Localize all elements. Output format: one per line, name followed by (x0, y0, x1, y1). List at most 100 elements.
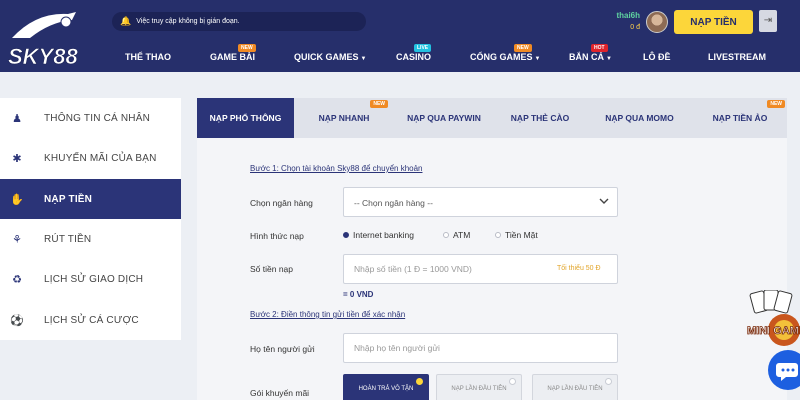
nav-label: QUICK GAMES (294, 52, 359, 62)
tab-nap-nhanh[interactable]: NEW NẠP NHANH (294, 98, 394, 138)
notice-bar: 🔔 Việc truy cập không bị gián đoạn. (112, 12, 366, 31)
live-badge: LIVE (414, 44, 432, 52)
step2-link[interactable]: Bước 2: Điền thông tin gửi tiền để xác n… (250, 310, 405, 319)
withdraw-icon: ⚘ (12, 233, 22, 246)
promo-option-label: NẠP LẦN ĐẦU TIÊN (451, 386, 507, 392)
nav-item-cong-games[interactable]: NEW CỔNG GAMES ▼ (470, 44, 541, 62)
nav-item-game-bai[interactable]: NEW GAME BÀI (210, 44, 256, 62)
amount-label: Số tiền nạp (250, 264, 294, 274)
nav-item-quick-games[interactable]: QUICK GAMES ▼ (294, 52, 366, 62)
bank-select-value: -- Chọn ngân hàng -- (354, 198, 433, 208)
user-icon: ♟ (12, 112, 22, 125)
user-balance: 0 đ (630, 24, 640, 31)
radio-icon (509, 378, 516, 385)
radio-tien-mat[interactable]: Tiền Mặt (495, 230, 538, 240)
sky88-logo[interactable]: SKY88 (6, 8, 82, 70)
caret-down-icon: ▼ (606, 56, 612, 62)
tab-nap-pho-thong[interactable]: NẠP PHỔ THÔNG (197, 98, 294, 138)
sidebar-item-withdraw[interactable]: ⚘ RÚT TIỀN (0, 219, 181, 259)
sender-label: Họ tên người gửi (250, 344, 315, 354)
tab-nap-qua-paywin[interactable]: NẠP QUA PAYWIN (394, 98, 494, 138)
hot-badge: HOT (591, 44, 608, 52)
mini-game-label: MINI GAME (747, 325, 800, 337)
bet-history-icon: ⚽ (10, 314, 24, 327)
new-badge: NEW (514, 44, 532, 52)
tab-label: NẠP QUA PAYWIN (407, 113, 481, 123)
promo-option-label: HOÀN TRẢ VÔ TẬN (358, 386, 414, 392)
nav-label: LIVESTREAM (708, 52, 767, 62)
sidebar-item-label: RÚT TIỀN (44, 233, 92, 245)
nav-label: BẮN CÁ (569, 52, 604, 62)
tab-nap-tien-ao[interactable]: NEW NẠP TIỀN ẢO (693, 98, 787, 138)
bank-select[interactable]: -- Chọn ngân hàng -- (343, 187, 618, 217)
sidebar-item-promotions[interactable]: ✱ KHUYẾN MÃI CỦA BẠN (0, 138, 181, 178)
sidebar-item-transaction-history[interactable]: ♻ LỊCH SỬ GIAO DỊCH (0, 259, 181, 299)
new-badge: NEW (370, 100, 388, 108)
nav-label: LÔ ĐỀ (643, 52, 671, 62)
sidebar-item-deposit[interactable]: ✋ NẠP TIỀN (0, 179, 181, 219)
new-badge: NEW (238, 44, 256, 52)
radio-internet-banking[interactable]: Internet banking (343, 230, 414, 240)
sidebar-item-bet-history[interactable]: ⚽ LỊCH SỬ CÁ CƯỢC (0, 300, 181, 340)
sidebar-item-label: LỊCH SỬ CÁ CƯỢC (44, 314, 139, 326)
svg-text:SKY88: SKY88 (8, 44, 78, 69)
top-header: SKY88 🔔 Việc truy cập không bị gián đoạn… (0, 0, 800, 72)
radio-icon (443, 232, 449, 238)
amount-converted: = 0 VND (343, 290, 374, 299)
tab-label: NẠP QUA MOMO (605, 113, 674, 123)
tab-label: NẠP PHỔ THÔNG (209, 113, 282, 123)
nav-item-casino[interactable]: LIVE CASINO (396, 44, 432, 62)
main-nav: THỂ THAO NEW GAME BÀI QUICK GAMES ▼ LIVE … (112, 44, 800, 68)
promotion-icon: ✱ (12, 152, 22, 165)
promo-option-nap-lan-dau-2[interactable]: NẠP LẦN ĐẦU TIÊN (532, 374, 618, 400)
avatar[interactable] (646, 11, 668, 33)
tab-nap-qua-momo[interactable]: NẠP QUA MOMO (586, 98, 693, 138)
caret-down-icon: ▼ (360, 56, 367, 62)
nav-label: GAME BÀI (210, 52, 255, 62)
radio-atm[interactable]: ATM (443, 230, 470, 240)
radio-selected-icon (343, 232, 349, 238)
nav-item-ban-ca[interactable]: HOT BẮN CÁ ▼ (569, 44, 612, 62)
sidebar-item-label: NẠP TIỀN (44, 193, 93, 205)
new-badge: NEW (767, 100, 785, 108)
nav-label: THỂ THAO (125, 52, 171, 62)
tab-label: NẠP THẺ CÀO (510, 113, 570, 123)
sidebar-item-label: THÔNG TIN CÁ NHÂN (44, 112, 150, 124)
sidebar-item-profile[interactable]: ♟ THÔNG TIN CÁ NHÂN (0, 98, 181, 138)
amount-min-hint: Tối thiểu 50 Đ (557, 265, 601, 272)
deposit-method-tabs: NẠP PHỔ THÔNG NEW NẠP NHANH NẠP QUA PAYW… (197, 98, 787, 138)
radio-label: ATM (453, 230, 471, 240)
username: thai6h (616, 11, 640, 20)
deposit-button[interactable]: NẠP TIỀN (674, 10, 753, 34)
radio-label: Internet banking (353, 230, 414, 240)
radio-icon (495, 232, 501, 238)
sidebar-item-label: LỊCH SỬ GIAO DỊCH (44, 273, 144, 285)
account-sidebar: ♟ THÔNG TIN CÁ NHÂN ✱ KHUYẾN MÃI CỦA BẠN… (0, 98, 181, 340)
nav-label: CASINO (396, 52, 432, 62)
promo-option-hoan-tra[interactable]: HOÀN TRẢ VÔ TẬN (343, 374, 429, 400)
method-label: Hình thức nạp (250, 231, 304, 241)
promo-option-nap-lan-dau-1[interactable]: NẠP LẦN ĐẦU TIÊN (436, 374, 522, 400)
transaction-history-icon: ♻ (12, 273, 22, 286)
check-icon (416, 378, 423, 385)
chevron-down-icon (599, 198, 609, 204)
sidebar-item-label: KHUYẾN MÃI CỦA BẠN (44, 152, 157, 164)
tab-label: NẠP NHANH (318, 113, 370, 123)
step1-link[interactable]: Bước 1: Chọn tài khoản Sky88 để chuyển k… (250, 164, 423, 173)
bank-label: Chọn ngân hàng (250, 198, 313, 208)
radio-label: Tiền Mặt (505, 230, 538, 240)
nav-item-livestream[interactable]: LIVESTREAM (708, 52, 766, 62)
bell-icon: 🔔 (120, 16, 132, 26)
chat-icon[interactable] (768, 350, 800, 390)
promo-label: Gói khuyến mãi (250, 388, 310, 398)
logout-icon[interactable]: ⇥ (759, 10, 777, 32)
tab-label: NẠP TIỀN ẢO (712, 113, 768, 123)
tab-nap-the-cao[interactable]: NẠP THẺ CÀO (494, 98, 586, 138)
promo-option-label: NẠP LẦN ĐẦU TIÊN (547, 386, 603, 392)
nav-item-lo-de[interactable]: LÔ ĐỀ (643, 52, 671, 62)
sender-name-input[interactable] (343, 333, 618, 363)
notice-text: Việc truy cập không bị gián đoạn. (136, 18, 240, 25)
nav-item-the-thao[interactable]: THỂ THAO (125, 52, 171, 62)
nav-label: CỔNG GAMES (470, 52, 533, 62)
caret-down-icon: ▼ (534, 56, 541, 62)
